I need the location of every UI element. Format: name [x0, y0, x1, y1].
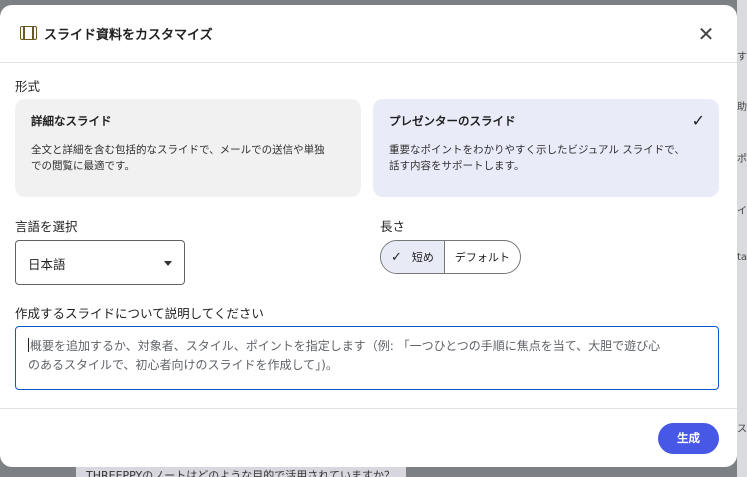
length-toggle-group: ✓ 短め デフォルト	[380, 240, 521, 274]
background-text: ポー	[737, 154, 747, 165]
description-line: 話す内容をサポートします。	[389, 160, 525, 172]
text-caret	[28, 338, 29, 352]
length-option-short[interactable]: ✓ 短め	[381, 241, 445, 273]
placeholder-line: 概要を追加するか、対象者、スタイル、ポイントを指定します（例: 「一つひとつの手…	[28, 337, 706, 356]
placeholder-text: 概要を追加するか、対象者、スタイル、ポイントを指定します（例: 「一つひとつの手…	[30, 339, 661, 353]
format-option-detailed[interactable]: 詳細なスライド 全文と詳細を含む包括的なスライドで、メールでの送信や単独 での閲…	[15, 99, 361, 197]
background-text: ス	[737, 424, 747, 435]
dialog-header: スライド資料をカスタマイズ ✕	[0, 5, 737, 63]
close-button[interactable]: ✕	[694, 22, 718, 46]
customize-slides-dialog: スライド資料をカスタマイズ ✕ 形式 詳細なスライド 全文と詳細を含む包括的なス…	[0, 5, 737, 467]
length-label: 長さ	[380, 219, 406, 234]
background-text: イン	[737, 206, 747, 217]
dialog-title: スライド資料をカスタマイズ	[44, 28, 213, 43]
background-right-strip: す 助 ポー イン ta ス	[737, 0, 747, 477]
check-icon: ✓	[391, 249, 402, 265]
placeholder-line: のあるスタイルで、初心者向けのスライドを作成して」)。	[28, 358, 338, 372]
background-text: す	[737, 52, 747, 63]
format-option-description: 重要なポイントをわかりやすく示したビジュアル スライドで、 話す内容をサポートし…	[389, 142, 703, 174]
format-option-title: 詳細なスライド	[31, 114, 112, 128]
generate-button[interactable]: 生成	[658, 423, 719, 454]
description-line: での閲覧に最適です。	[31, 160, 135, 172]
format-option-presenter[interactable]: プレゼンターのスライド ✓ 重要なポイントをわかりやすく示したビジュアル スライ…	[373, 99, 719, 197]
length-option-default[interactable]: デフォルト	[445, 241, 520, 273]
description-line: 全文と詳細を含む包括的なスライドで、メールでの送信や単独	[31, 144, 325, 156]
slides-icon	[20, 26, 37, 40]
slide-description-input[interactable]: 概要を追加するか、対象者、スタイル、ポイントを指定します（例: 「一つひとつの手…	[15, 326, 719, 390]
describe-label: 作成するスライドについて説明してください	[15, 306, 264, 321]
footer-divider	[0, 408, 737, 409]
background-text: ta	[737, 252, 747, 263]
language-label: 言語を選択	[15, 219, 78, 234]
language-selected-value: 日本語	[28, 257, 66, 272]
length-option-label: デフォルト	[454, 251, 510, 264]
format-option-description: 全文と詳細を含む包括的なスライドで、メールでの送信や単独 での閲覧に最適です。	[31, 142, 345, 174]
check-icon: ✓	[691, 111, 705, 130]
language-select[interactable]: 日本語	[15, 240, 185, 285]
format-label: 形式	[15, 79, 41, 94]
description-line: 重要なポイントをわかりやすく示したビジュアル スライドで、	[389, 144, 685, 156]
background-text: 助	[737, 102, 747, 113]
format-option-title: プレゼンターのスライド	[389, 114, 516, 128]
dropdown-caret-icon	[164, 261, 172, 266]
length-option-label: 短め	[411, 251, 434, 264]
